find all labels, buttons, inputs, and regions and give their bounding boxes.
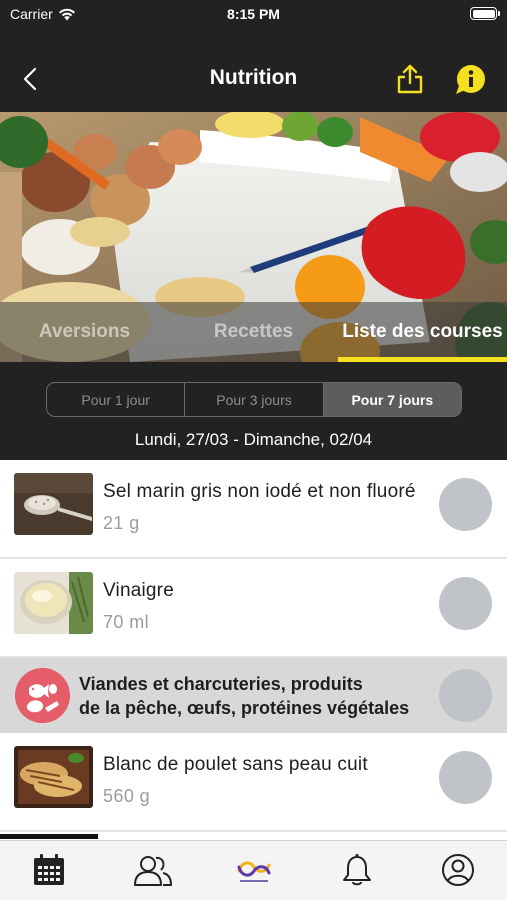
date-range: Lundi, 27/03 - Dimanche, 02/04 — [134, 430, 373, 449]
share-icon[interactable] — [395, 63, 425, 95]
tab-recettes[interactable]: Recettes — [169, 302, 338, 362]
period-selector-area: Pour 1 jour Pour 3 jours Pour 7 jours Lu… — [0, 362, 507, 460]
scroll-indicator — [0, 834, 98, 839]
bell-icon[interactable] — [340, 853, 374, 887]
list-item[interactable]: Vinaigre 70 ml — [0, 559, 507, 658]
category-name-line-2: de la pêche, œufs, protéines végétales — [79, 698, 410, 718]
category-name-line-1: Viandes et charcuteries, produits — [79, 674, 363, 694]
item-quantity: 21 g — [103, 513, 140, 533]
list-item[interactable]: Sel marin gris non iodé et non fluoré 21… — [0, 460, 507, 559]
category-name: Viandes et charcuteries, produits de la … — [79, 672, 424, 720]
app-logo-icon[interactable] — [234, 853, 274, 887]
bottom-tab-bar — [0, 840, 507, 900]
salt-spoon-thumbnail — [14, 473, 93, 535]
status-time: 8:15 PM — [227, 6, 280, 22]
meat-fish-egg-icon — [15, 668, 70, 723]
category-header[interactable]: Viandes et charcuteries, produits de la … — [0, 658, 507, 733]
list-item[interactable]: Blanc de poulet sans peau cuit 560 g — [0, 733, 507, 832]
status-bar: Carrier 8:15 PM — [0, 0, 507, 30]
page-title: Nutrition — [209, 66, 298, 89]
period-segmented-control: Pour 1 jour Pour 3 jours Pour 7 jours — [46, 382, 462, 417]
category-check-button[interactable] — [439, 669, 492, 722]
item-check-button[interactable] — [439, 577, 492, 630]
info-icon[interactable] — [454, 64, 486, 96]
calendar-icon[interactable] — [32, 853, 66, 887]
tab-aversions[interactable]: Aversions — [0, 302, 169, 362]
item-quantity: 560 g — [103, 786, 151, 806]
profile-icon[interactable] — [441, 853, 475, 887]
item-check-button[interactable] — [439, 478, 492, 531]
item-name: Vinaigre — [103, 580, 174, 601]
item-check-button[interactable] — [439, 751, 492, 804]
period-option-7-days[interactable]: Pour 7 jours — [323, 383, 461, 416]
period-option-3-days[interactable]: Pour 3 jours — [185, 383, 324, 416]
tab-liste-des-courses[interactable]: Liste des courses — [338, 302, 507, 362]
item-quantity: 70 ml — [103, 612, 150, 632]
grilled-chicken-thumbnail — [14, 746, 93, 808]
battery-icon — [470, 7, 500, 20]
people-icon[interactable] — [133, 853, 173, 887]
period-option-1-day[interactable]: Pour 1 jour — [47, 383, 186, 416]
nutrition-tabs: Aversions Recettes Liste des courses — [0, 302, 507, 362]
shopping-list: Sel marin gris non iodé et non fluoré 21… — [0, 460, 507, 840]
hero-banner: Aversions Recettes Liste des courses — [0, 112, 507, 362]
item-name: Sel marin gris non iodé et non fluoré — [103, 481, 416, 502]
vinegar-bowl-thumbnail — [14, 572, 93, 634]
item-name: Blanc de poulet sans peau cuit — [103, 754, 368, 775]
navigation-bar: Nutrition — [0, 30, 507, 112]
